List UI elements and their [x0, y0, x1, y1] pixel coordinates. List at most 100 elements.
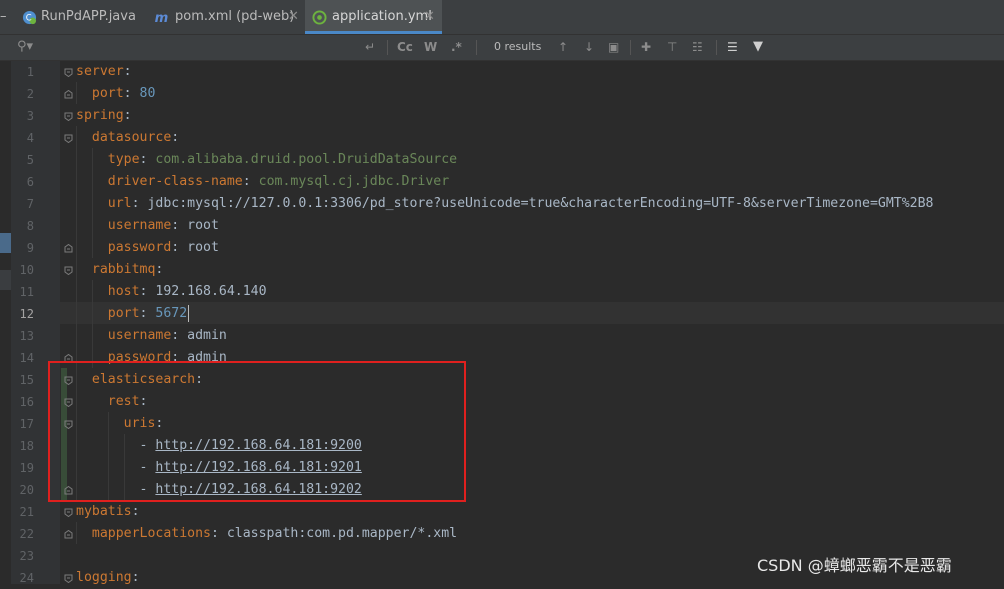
code-token: : admin	[171, 328, 227, 343]
regex-toggle[interactable]: .*	[451, 39, 462, 55]
yaml-key: server	[76, 64, 124, 79]
close-icon[interactable]: ✕	[288, 0, 299, 34]
code-token: :	[242, 174, 259, 189]
code-line[interactable]: username: root	[76, 215, 219, 237]
line-number[interactable]: 9	[12, 237, 34, 259]
fold-marker-icon[interactable]	[64, 574, 73, 583]
new-line-icon[interactable]: ↵	[365, 39, 375, 55]
tab-runpdapp-java[interactable]: C RunPdAPP.java	[14, 0, 140, 34]
watermark: CSDN @蟑螂恶霸不是恶霸	[757, 556, 952, 575]
line-number[interactable]: 10	[12, 259, 34, 281]
code-line[interactable]: spring:	[76, 105, 132, 127]
code-token: :	[171, 130, 180, 145]
fold-marker-icon[interactable]	[64, 134, 73, 143]
code-token: 80	[139, 86, 156, 101]
code-line[interactable]: driver-class-name: com.mysql.cj.jdbc.Dri…	[76, 171, 449, 193]
line-number[interactable]: 11	[12, 281, 34, 303]
yaml-key: username	[107, 328, 172, 343]
line-number[interactable]: 2	[12, 83, 34, 105]
code-line[interactable]: port: 80	[76, 83, 156, 105]
line-number[interactable]: 22	[12, 523, 34, 545]
line-number[interactable]: 20	[12, 479, 34, 501]
line-number[interactable]: 19	[12, 457, 34, 479]
find-bar: ⚲▾ ↵ Cc W .* 0 results ↑ ↓ ▣ ✚ ⊤ ☷ ☰ ▼	[0, 35, 1004, 61]
code-line[interactable]: username: admin	[76, 325, 227, 347]
line-number[interactable]: 3	[12, 105, 34, 127]
code-line[interactable]: password: root	[76, 237, 219, 259]
code-line[interactable]: mapperLocations: classpath:com.pd.mapper…	[76, 523, 457, 545]
yaml-key: mapperLocations	[91, 526, 211, 541]
yaml-key: datasource	[91, 130, 172, 145]
remove-occurrence-icon[interactable]: ⊤	[667, 39, 677, 55]
line-number[interactable]: 17	[12, 413, 34, 435]
add-occurrence-icon[interactable]: ✚	[641, 39, 651, 55]
close-icon[interactable]: ✕	[424, 0, 435, 34]
fold-marker-icon[interactable]	[64, 112, 73, 121]
line-number[interactable]: 23	[12, 545, 34, 567]
tab-pom-xml[interactable]: m pom.xml (pd-web) ✕	[148, 0, 303, 34]
yaml-key: rabbitmq	[91, 262, 156, 277]
yaml-key: host	[107, 284, 140, 299]
fold-marker-icon[interactable]	[64, 68, 73, 77]
svg-text:C: C	[26, 12, 32, 22]
fold-marker-icon[interactable]	[64, 530, 73, 539]
code-token: : root	[171, 240, 219, 255]
code-line[interactable]: rabbitmq:	[76, 259, 163, 281]
code-line[interactable]: mybatis:	[76, 501, 140, 523]
tab-scroll-stub[interactable]: –	[0, 0, 12, 34]
yaml-key: type	[107, 152, 140, 167]
fold-marker-icon[interactable]	[64, 508, 73, 517]
line-number[interactable]: 4	[12, 127, 34, 149]
line-number[interactable]: 18	[12, 435, 34, 457]
tool-window-marker[interactable]	[0, 233, 11, 253]
yaml-key: logging	[76, 570, 132, 585]
code-line[interactable]: datasource:	[76, 127, 179, 149]
line-number[interactable]: 1	[12, 61, 34, 83]
code-line[interactable]: host: 192.168.64.140	[76, 281, 267, 303]
line-number[interactable]: 13	[12, 325, 34, 347]
search-icon[interactable]: ⚲▾	[17, 39, 33, 55]
line-number[interactable]: 7	[12, 193, 34, 215]
code-line[interactable]: type: com.alibaba.druid.pool.DruidDataSo…	[76, 149, 457, 171]
code-line[interactable]: url: jdbc:mysql://127.0.0.1:3306/pd_stor…	[76, 193, 934, 215]
open-in-window-icon[interactable]: ☰	[727, 39, 738, 55]
fold-marker-icon[interactable]	[64, 266, 73, 275]
select-all-occurrences-icon[interactable]: ▣	[608, 39, 619, 55]
results-count: 0 results	[494, 40, 542, 53]
svg-text:m: m	[155, 11, 169, 25]
tool-window-marker[interactable]	[0, 270, 11, 290]
match-case-toggle[interactable]: Cc	[397, 39, 413, 55]
line-number[interactable]: 5	[12, 149, 34, 171]
search-input[interactable]	[36, 39, 358, 58]
text-caret	[188, 305, 189, 322]
code-line[interactable]: logging:	[76, 567, 140, 589]
fold-marker-icon[interactable]	[64, 244, 73, 253]
previous-occurrence-icon[interactable]: ↑	[558, 39, 568, 55]
line-number[interactable]: 12	[12, 303, 34, 325]
line-number[interactable]: 16	[12, 391, 34, 413]
line-number[interactable]: 14	[12, 347, 34, 369]
code-token: :	[131, 504, 140, 519]
line-number[interactable]: 21	[12, 501, 34, 523]
divider	[387, 40, 388, 55]
code-line[interactable]: port: 5672	[76, 303, 187, 325]
code-token: :	[123, 86, 140, 101]
next-occurrence-icon[interactable]: ↓	[584, 39, 594, 55]
line-number[interactable]: 6	[12, 171, 34, 193]
code-line[interactable]: server:	[76, 61, 132, 83]
fold-marker-icon[interactable]	[64, 90, 73, 99]
words-toggle[interactable]: W	[424, 39, 437, 55]
filter-icon[interactable]: ▼	[753, 39, 763, 55]
code-token: : jdbc:mysql://127.0.0.1:3306/pd_store?u…	[131, 196, 934, 211]
tab-application-yml[interactable]: application.yml ✕	[305, 0, 442, 34]
line-number[interactable]: 24	[12, 567, 34, 589]
code-token: :	[139, 152, 156, 167]
code-token: :	[123, 108, 132, 123]
select-all-icon[interactable]: ☷	[692, 39, 703, 55]
code-token: com.alibaba.druid.pool.DruidDataSource	[155, 152, 458, 167]
line-number[interactable]: 8	[12, 215, 34, 237]
line-number[interactable]: 15	[12, 369, 34, 391]
yaml-key: mybatis	[76, 504, 132, 519]
